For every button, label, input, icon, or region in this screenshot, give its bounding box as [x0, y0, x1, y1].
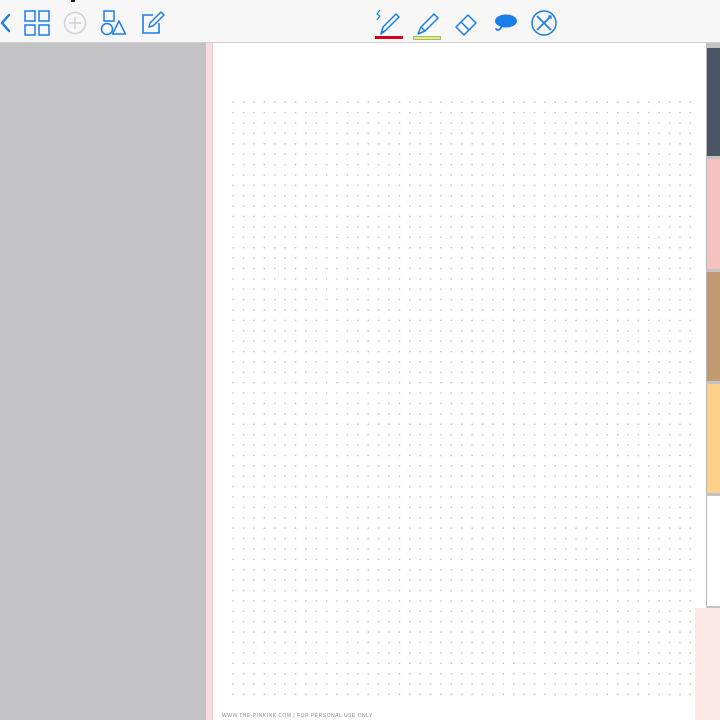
- section-tab-1[interactable]: [706, 48, 720, 156]
- toolbar: [0, 0, 720, 43]
- laser-pointer-button[interactable]: [529, 8, 559, 38]
- lasso-tool-button[interactable]: [490, 8, 520, 38]
- pen-color-indicator: [375, 36, 403, 39]
- status-mark: [71, 0, 75, 2]
- section-tab-5[interactable]: [706, 496, 720, 606]
- add-page-icon: [63, 11, 87, 35]
- shapes-icon: [100, 10, 127, 36]
- eraser-icon: [455, 14, 477, 36]
- page-corner-decoration: [695, 608, 720, 720]
- compose-icon: [142, 11, 165, 34]
- highlighter-icon: [417, 13, 439, 35]
- highlighter-color-indicator: [413, 36, 441, 40]
- shapes-button[interactable]: [99, 8, 129, 38]
- notebook-page[interactable]: WWW.THE-PINKINK.COM | FOR PERSONAL USE O…: [206, 43, 706, 720]
- eraser-tool-button[interactable]: [451, 8, 481, 38]
- pen-tool-button[interactable]: [373, 8, 403, 38]
- pen-icon: [376, 9, 400, 35]
- add-page-button[interactable]: [60, 8, 90, 38]
- laser-pointer-icon: [531, 10, 557, 36]
- highlighter-tool-button[interactable]: [412, 8, 442, 38]
- lasso-icon: [495, 14, 517, 31]
- compose-button[interactable]: [137, 8, 167, 38]
- grid-icon: [24, 10, 50, 36]
- page-footer-text: WWW.THE-PINKINK.COM | FOR PERSONAL USE O…: [222, 713, 373, 719]
- page-binding-edge: [206, 43, 213, 720]
- thumbnails-button[interactable]: [22, 8, 52, 38]
- section-tab-2[interactable]: [706, 159, 720, 269]
- section-tab-3[interactable]: [706, 272, 720, 381]
- dot-grid: [228, 97, 696, 703]
- section-tab-4[interactable]: [706, 384, 720, 493]
